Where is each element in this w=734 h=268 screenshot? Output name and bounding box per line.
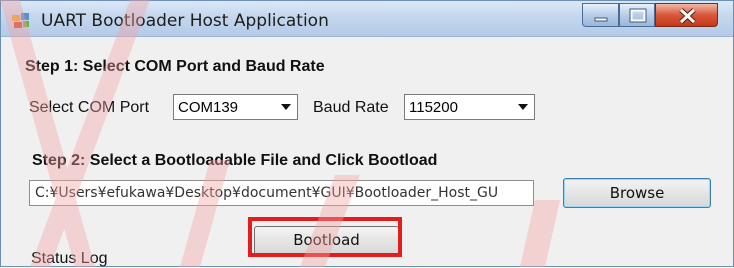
close-icon xyxy=(679,8,696,24)
dropdown-arrow-icon xyxy=(518,104,528,110)
baud-rate-value: 115200 xyxy=(409,99,458,116)
com-port-select[interactable]: COM139 xyxy=(173,94,298,120)
minimize-icon xyxy=(594,17,608,22)
step1-heading: Step 1: Select COM Port and Baud Rate xyxy=(25,58,325,75)
browse-button[interactable]: Browse xyxy=(563,178,711,208)
com-port-value: COM139 xyxy=(178,99,239,116)
baud-rate-select[interactable]: 115200 xyxy=(404,94,535,120)
baud-rate-label: Baud Rate xyxy=(313,99,389,116)
window-title: UART Bootloader Host Application xyxy=(41,11,329,31)
close-button[interactable] xyxy=(655,3,718,27)
title-bar[interactable]: UART Bootloader Host Application xyxy=(1,1,733,37)
file-path-value: C:¥Users¥efukawa¥Desktop¥document¥GUI¥Bo… xyxy=(35,185,499,201)
bootload-highlight-box xyxy=(248,217,402,257)
maximize-button[interactable] xyxy=(619,3,655,27)
file-path-input[interactable]: C:¥Users¥efukawa¥Desktop¥document¥GUI¥Bo… xyxy=(29,180,534,206)
app-icon xyxy=(12,13,30,29)
dropdown-arrow-icon xyxy=(281,104,291,110)
status-log-label: Status Log xyxy=(31,250,108,267)
minimize-button[interactable] xyxy=(582,3,619,27)
com-port-label: Select COM Port xyxy=(29,99,150,116)
maximize-icon xyxy=(629,8,647,23)
step2-heading: Step 2: Select a Bootloadable File and C… xyxy=(32,152,438,169)
